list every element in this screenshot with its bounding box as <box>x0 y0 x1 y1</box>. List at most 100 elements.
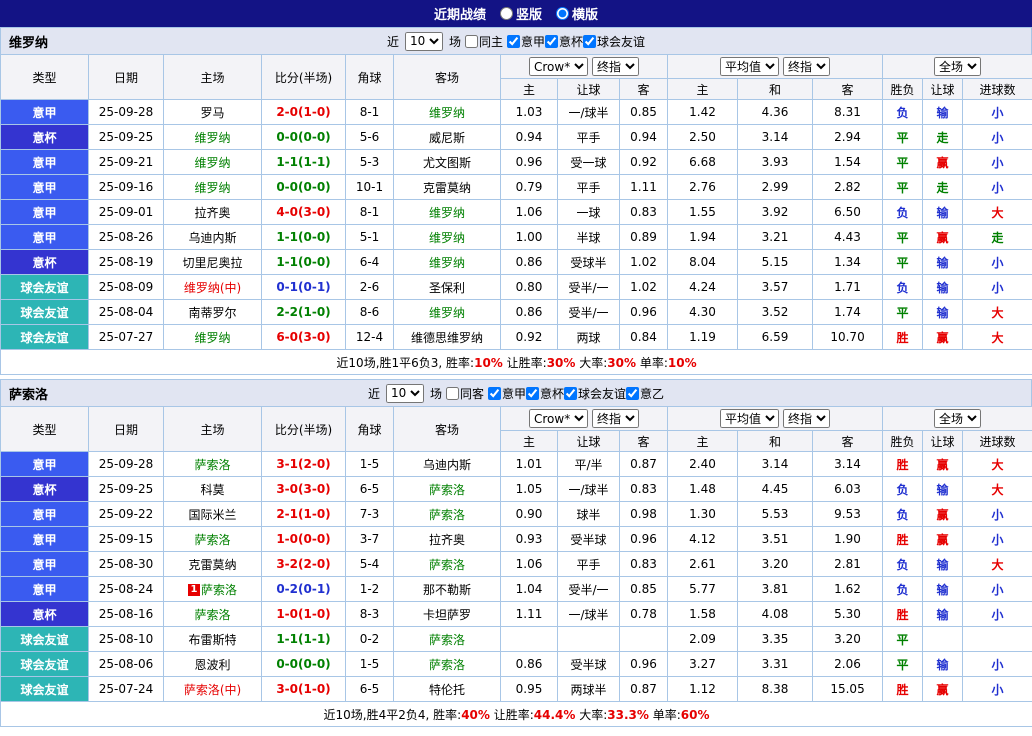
league-filter[interactable]: 球会友谊 <box>564 385 626 402</box>
asian-odds-home: 0.96 <box>501 150 558 175</box>
avg-odds-away: 2.81 <box>813 552 883 577</box>
league-filter[interactable]: 意杯 <box>545 33 583 50</box>
result-winloss: 平 <box>883 627 923 652</box>
match-row: 球会友谊25-07-27维罗纳6-0(3-0)12-4维德思维罗纳0.92两球0… <box>1 325 1032 350</box>
result-goals: 大 <box>963 452 1032 477</box>
team-section-0: 维罗纳 近 10 场 同主 意甲意杯球会友谊 类型 <box>0 27 1032 375</box>
same-venue-filter[interactable]: 同客 <box>446 385 484 402</box>
result-goals: 小 <box>963 150 1032 175</box>
asian-handicap-line: 半球 <box>558 225 620 250</box>
match-row: 意甲25-09-15萨索洛1-0(0-0)3-7拉齐奥0.93受半球0.964.… <box>1 527 1032 552</box>
filters: 近 10 场 同客 意甲意杯球会友谊意乙 <box>368 384 664 403</box>
result-handicap: 走 <box>923 175 963 200</box>
avg-select-group: 平均值终指 <box>668 55 883 79</box>
asian-odds-away: 0.85 <box>620 577 668 602</box>
asian-odds-away: 0.83 <box>620 200 668 225</box>
corner-score: 10-1 <box>346 175 394 200</box>
away-team: 维罗纳 <box>394 200 501 225</box>
avg-odds-away: 3.20 <box>813 627 883 652</box>
asian-odds-away: 1.02 <box>620 275 668 300</box>
horizontal-radio[interactable] <box>556 7 569 20</box>
avg-time-select[interactable]: 终指 <box>783 409 830 428</box>
corner-score: 6-5 <box>346 677 394 702</box>
league-checkbox[interactable] <box>626 387 639 400</box>
league-filter[interactable]: 意杯 <box>526 385 564 402</box>
league-filter[interactable]: 球会友谊 <box>583 33 645 50</box>
league-checkbox[interactable] <box>583 35 596 48</box>
result-winloss: 负 <box>883 477 923 502</box>
match-date: 25-09-25 <box>89 125 164 150</box>
match-score: 0-2(0-1) <box>262 577 346 602</box>
asian-odds-home: 1.11 <box>501 602 558 627</box>
period-select[interactable]: 全场 <box>934 409 981 428</box>
league-type-badge: 意甲 <box>1 527 89 552</box>
away-team: 威尼斯 <box>394 125 501 150</box>
avg-select-group: 平均值终指 <box>668 407 883 431</box>
avg-time-select[interactable]: 终指 <box>783 57 830 76</box>
avg-odds-home: 1.58 <box>668 602 738 627</box>
match-score: 0-0(0-0) <box>262 125 346 150</box>
games-count-select[interactable]: 10 <box>405 32 443 51</box>
result-goals: 小 <box>963 602 1032 627</box>
avg-source-select[interactable]: 平均值 <box>720 57 779 76</box>
result-winloss: 胜 <box>883 325 923 350</box>
team-filter-row: 萨索洛 近 10 场 同客 意甲意杯球会友谊意乙 <box>0 379 1032 406</box>
avg-odds-home: 2.40 <box>668 452 738 477</box>
odds-source-select[interactable]: Crow* <box>529 409 588 428</box>
odds-source-select[interactable]: Crow* <box>529 57 588 76</box>
league-type-badge: 球会友谊 <box>1 275 89 300</box>
league-checkbox[interactable] <box>507 35 520 48</box>
match-rows: 意甲25-09-28罗马2-0(1-0)8-1维罗纳1.03一/球半0.851.… <box>1 100 1032 350</box>
result-winloss: 胜 <box>883 677 923 702</box>
summary-stat-label: 单率: <box>649 708 681 722</box>
result-goals: 小 <box>963 250 1032 275</box>
layout-radio-horizontal[interactable]: 横版 <box>556 4 598 23</box>
league-filter[interactable]: 意甲 <box>488 385 526 402</box>
match-row: 意杯25-08-19切里尼奥拉1-1(0-0)6-4维罗纳0.86受球半1.02… <box>1 250 1032 275</box>
same-venue-label: 同主 <box>479 33 503 50</box>
league-filter[interactable]: 意甲 <box>507 33 545 50</box>
league-checkbox[interactable] <box>545 35 558 48</box>
match-row: 意甲25-09-21维罗纳1-1(1-1)5-3尤文图斯0.96受一球0.926… <box>1 150 1032 175</box>
odds-time-select[interactable]: 终指 <box>592 57 639 76</box>
same-venue-filter[interactable]: 同主 <box>465 33 503 50</box>
asian-odds-away: 0.89 <box>620 225 668 250</box>
same-venue-checkbox[interactable] <box>465 35 478 48</box>
result-handicap: 输 <box>923 577 963 602</box>
asian-handicap-line <box>558 627 620 652</box>
layout-radio-vertical[interactable]: 竖版 <box>500 4 542 23</box>
asian-odds-away: 0.92 <box>620 150 668 175</box>
match-score: 6-0(3-0) <box>262 325 346 350</box>
col-home: 主场 <box>164 407 262 452</box>
home-team: 布雷斯特 <box>164 627 262 652</box>
asian-handicap-line: 平手 <box>558 125 620 150</box>
asian-odds-away: 0.87 <box>620 452 668 477</box>
asian-handicap-line: 受半球 <box>558 527 620 552</box>
league-type-badge: 球会友谊 <box>1 652 89 677</box>
asian-handicap-line: 平手 <box>558 175 620 200</box>
league-checkbox[interactable] <box>488 387 501 400</box>
avg-odds-home: 1.55 <box>668 200 738 225</box>
avg-odds-draw: 3.14 <box>738 125 813 150</box>
vertical-radio[interactable] <box>500 7 513 20</box>
odds-time-select[interactable]: 终指 <box>592 409 639 428</box>
asian-odds-home: 0.90 <box>501 502 558 527</box>
league-checkbox[interactable] <box>564 387 577 400</box>
avg-source-select[interactable]: 平均值 <box>720 409 779 428</box>
corner-score: 5-4 <box>346 552 394 577</box>
league-checkbox[interactable] <box>526 387 539 400</box>
match-score: 0-0(0-0) <box>262 175 346 200</box>
period-select[interactable]: 全场 <box>934 57 981 76</box>
corner-score: 3-7 <box>346 527 394 552</box>
match-date: 25-09-16 <box>89 175 164 200</box>
games-count-select[interactable]: 10 <box>386 384 424 403</box>
match-date: 25-09-01 <box>89 200 164 225</box>
same-venue-checkbox[interactable] <box>446 387 459 400</box>
match-date: 25-08-09 <box>89 275 164 300</box>
avg-odds-away: 1.90 <box>813 527 883 552</box>
col-date: 日期 <box>89 407 164 452</box>
match-score: 1-1(0-0) <box>262 225 346 250</box>
league-type-badge: 意甲 <box>1 175 89 200</box>
home-team: 萨索洛(中) <box>164 677 262 702</box>
league-filter[interactable]: 意乙 <box>626 385 664 402</box>
